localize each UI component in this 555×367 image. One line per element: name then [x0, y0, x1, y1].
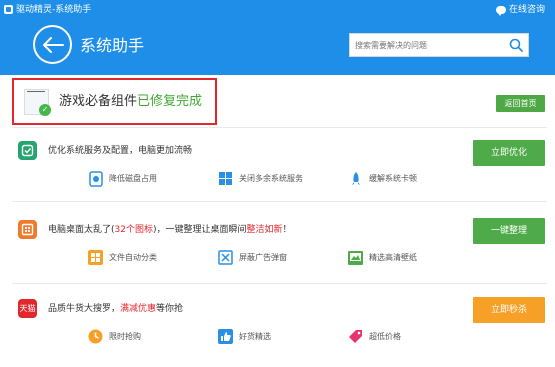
grid-folder-icon: [87, 249, 104, 266]
search-box: [349, 33, 529, 57]
title-bar: 驱动精灵-系统助手 在线咨询: [0, 0, 555, 22]
feature-label: 文件自动分类: [109, 253, 157, 262]
feature-label: 限时抢购: [109, 332, 141, 341]
status-prefix: 游戏必备组件: [59, 94, 138, 109]
back-home-button[interactable]: 返回首页: [496, 95, 545, 112]
windows-icon: [217, 170, 234, 187]
desktop-tidy-title: 电脑桌面太乱了(32个图标)，一键整理让桌面瞬间整洁如新！: [48, 224, 292, 236]
back-button[interactable]: [33, 25, 72, 64]
feature-auto-classify[interactable]: 文件自动分类: [87, 249, 157, 266]
feature-limited-sale[interactable]: 限时抢购: [87, 328, 141, 345]
title-text: 等你抢: [156, 304, 184, 314]
feature-label: 好货精选: [239, 332, 271, 341]
header: 系统助手: [0, 22, 555, 75]
feature-low-price[interactable]: 超低价格: [347, 328, 401, 345]
optimize-icon: [18, 141, 37, 160]
feature-label: 降低磁盘占用: [109, 174, 157, 183]
deals-title: 品质牛货大搜罗，满减优惠等你抢: [48, 303, 183, 315]
divider: [12, 201, 547, 202]
divider: [12, 127, 547, 128]
status-highlight: 已修复完成: [137, 94, 203, 109]
optimize-title: 优化系统服务及配置，电脑更加流畅: [48, 146, 193, 156]
flash-sale-button[interactable]: 立即秒杀: [473, 297, 545, 323]
online-consult-label: 在线咨询: [508, 5, 545, 15]
disk-icon: [87, 170, 104, 187]
feature-reduce-disk[interactable]: 降低磁盘占用: [87, 170, 157, 187]
chat-bubble-icon: [495, 6, 506, 16]
feature-close-services[interactable]: 关闭多余系统服务: [217, 170, 303, 187]
title-highlight: 满减优惠: [120, 304, 157, 314]
title-highlight: 整洁如新: [246, 225, 283, 235]
feature-block-popups[interactable]: 屏蔽广告弹窗: [217, 249, 287, 266]
feature-label: 缓解系统卡顿: [369, 174, 417, 183]
clock-icon: [87, 328, 104, 345]
one-click-tidy-button[interactable]: 一键整理: [473, 218, 545, 244]
feature-label: 精选高清壁纸: [369, 253, 417, 262]
search-input[interactable]: [350, 34, 506, 56]
title-text: 电脑桌面太乱了(: [48, 225, 115, 235]
page-title: 系统助手: [80, 36, 145, 55]
block-popup-icon: [217, 249, 234, 266]
feature-hd-wallpaper[interactable]: 精选高清壁纸: [347, 249, 417, 266]
thumbs-up-icon: [217, 328, 234, 345]
online-consult-link[interactable]: 在线咨询: [495, 4, 545, 16]
title-text: )，一键整理让桌面瞬间: [152, 225, 247, 235]
title-text: ！: [282, 225, 292, 235]
icon-count: 32个图标: [114, 225, 153, 235]
wallpaper-icon: [347, 249, 364, 266]
title-text: 品质牛货大搜罗，: [48, 304, 121, 314]
divider: [12, 283, 547, 284]
feature-reduce-lag[interactable]: 缓解系统卡顿: [347, 170, 417, 187]
feature-label: 屏蔽广告弹窗: [239, 253, 287, 262]
check-circle-icon: ✓: [39, 104, 51, 116]
arrow-left-icon: [42, 36, 64, 53]
feature-selected-goods[interactable]: 好货精选: [217, 328, 271, 345]
feature-label: 超低价格: [369, 332, 401, 341]
repair-status-text: 游戏必备组件已修复完成: [59, 94, 202, 110]
app-title: 驱动精灵-系统助手: [16, 5, 92, 15]
component-doc-icon: ✓: [24, 87, 51, 116]
repair-status-box: ✓ 游戏必备组件已修复完成: [12, 78, 217, 125]
search-icon[interactable]: [509, 38, 523, 52]
rocket-icon: [347, 170, 364, 187]
price-tag-icon: [347, 328, 364, 345]
tmall-logo: 天猫: [18, 299, 37, 318]
feature-label: 关闭多余系统服务: [239, 174, 303, 183]
app-logo-icon: [4, 5, 13, 14]
optimize-now-button[interactable]: 立即优化: [473, 140, 545, 166]
desktop-tidy-icon: [18, 220, 37, 239]
